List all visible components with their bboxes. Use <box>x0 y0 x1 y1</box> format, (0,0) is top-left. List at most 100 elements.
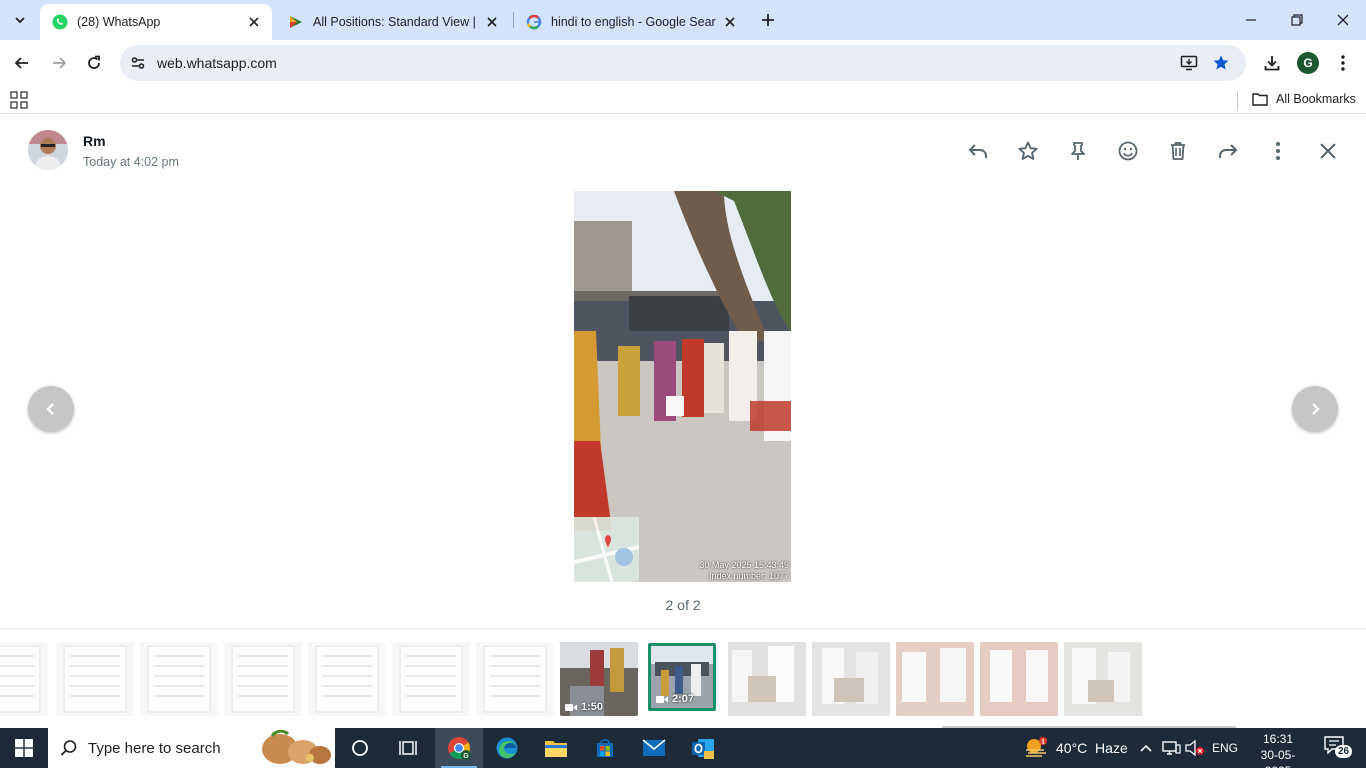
thumbnail-document[interactable] <box>0 642 48 716</box>
task-view-cortana-button[interactable] <box>336 728 384 768</box>
media-preview[interactable]: 30 May 2025 15:43:49 Index number: 1077 <box>574 191 791 582</box>
close-tab-icon[interactable] <box>722 14 738 30</box>
reply-icon <box>968 144 987 158</box>
restore-button[interactable] <box>1274 0 1320 40</box>
all-bookmarks-button[interactable]: All Bookmarks <box>1252 92 1356 106</box>
thumbnail-video-selected[interactable]: 2:07 <box>648 643 716 711</box>
search-highlight-illustration <box>262 730 331 764</box>
start-button[interactable] <box>0 728 48 768</box>
search-icon <box>60 740 77 756</box>
taskbar-store[interactable] <box>581 728 629 768</box>
thumbnail-document[interactable] <box>392 642 470 716</box>
address-bar[interactable]: web.whatsapp.com <box>120 45 1246 81</box>
thumbnail-document[interactable] <box>224 642 302 716</box>
clock-date: 30-05-2025 <box>1260 748 1296 778</box>
reload-icon <box>88 55 100 69</box>
taskbar-mail[interactable] <box>630 728 678 768</box>
browser-menu-button[interactable] <box>1329 49 1357 77</box>
minimize-icon <box>1246 19 1256 21</box>
input-language[interactable]: ENG <box>1212 728 1238 768</box>
weather-text: 40°C Haze <box>1056 740 1128 756</box>
show-hidden-icons-button[interactable] <box>1139 728 1153 768</box>
taskbar-edge[interactable] <box>483 728 531 768</box>
trash-icon <box>1171 142 1185 160</box>
pin-icon <box>1071 142 1085 160</box>
back-button[interactable] <box>8 49 36 77</box>
close-viewer-button[interactable] <box>1314 137 1342 165</box>
chrome-icon: G <box>448 737 471 760</box>
taskbar-search-box[interactable]: Type here to search <box>48 728 335 768</box>
bookmarks-bar: All Bookmarks <box>0 86 1366 114</box>
apps-grid-icon[interactable] <box>10 91 28 109</box>
pin-message-button[interactable] <box>1064 137 1092 165</box>
taskbar-outlook[interactable] <box>679 728 727 768</box>
thumbnail-photo[interactable] <box>812 642 890 716</box>
close-window-button[interactable] <box>1320 0 1366 40</box>
close-tab-icon[interactable] <box>484 14 500 30</box>
forward-button[interactable] <box>45 49 73 77</box>
install-icon <box>1180 55 1198 71</box>
store-icon <box>597 739 613 757</box>
thumbnail-photo[interactable] <box>1064 642 1142 716</box>
network-button[interactable] <box>1161 728 1181 768</box>
downloads-button[interactable] <box>1258 49 1286 77</box>
profile-avatar[interactable]: G <box>1297 52 1319 74</box>
thumbnail-video[interactable]: 1:50 <box>560 642 638 716</box>
restore-icon <box>1291 14 1303 26</box>
emoji-icon <box>1118 141 1138 161</box>
tab-whatsapp[interactable]: (28) WhatsApp <box>40 4 272 40</box>
chevron-up-icon <box>1140 744 1152 752</box>
thumbnail-photo[interactable] <box>896 642 974 716</box>
notification-count: 26 <box>1335 745 1353 758</box>
new-tab-button[interactable] <box>756 8 780 32</box>
chevron-left-icon <box>46 403 54 415</box>
google-icon <box>526 14 542 30</box>
media-timestamp: 30 May 2025 15:43:49 <box>699 560 789 570</box>
media-counter: 2 of 2 <box>665 597 701 613</box>
taskbar: Type here to search G 1 40°C Haze ENG 16… <box>0 728 1366 778</box>
map-pin-icon <box>574 517 639 582</box>
all-bookmarks-label: All Bookmarks <box>1276 92 1356 106</box>
tab-all-positions[interactable]: All Positions: Standard View | Da <box>276 4 510 40</box>
taskbar-chrome[interactable]: G <box>435 728 483 768</box>
outlook-icon <box>692 739 714 759</box>
previous-media-button[interactable] <box>28 386 74 432</box>
thumbnail-document[interactable] <box>476 642 554 716</box>
thumbnail-photo[interactable] <box>980 642 1058 716</box>
react-button[interactable] <box>1114 137 1142 165</box>
sender-name: Rm <box>83 133 106 149</box>
viewer-header: Rm Today at 4:02 pm <box>0 121 1366 181</box>
arrow-left-icon <box>14 57 28 69</box>
folder-icon <box>1252 93 1268 106</box>
site-info-icon[interactable] <box>128 53 148 73</box>
tab-title: All Positions: Standard View | Da <box>313 15 478 29</box>
tab-search-button[interactable] <box>6 6 34 34</box>
thumbnail-document[interactable] <box>140 642 218 716</box>
install-app-button[interactable] <box>1178 52 1200 74</box>
volume-button[interactable] <box>1185 728 1205 768</box>
minimize-button[interactable] <box>1228 0 1274 40</box>
task-view-icon <box>399 741 417 755</box>
edge-icon <box>496 737 518 759</box>
delete-button[interactable] <box>1164 137 1192 165</box>
thumbnail-photo[interactable] <box>728 642 806 716</box>
star-message-button[interactable] <box>1014 137 1042 165</box>
svg-text:G: G <box>463 753 469 760</box>
notification-center-button[interactable]: 26 <box>1322 736 1356 760</box>
svg-text:1: 1 <box>1041 739 1045 746</box>
next-media-button[interactable] <box>1292 386 1338 432</box>
reply-button[interactable] <box>964 137 992 165</box>
taskbar-file-explorer[interactable] <box>532 728 580 768</box>
avatar[interactable] <box>28 130 68 170</box>
thumbnail-document[interactable] <box>308 642 386 716</box>
tab-google-search[interactable]: hindi to english - Google Search <box>514 4 748 40</box>
close-tab-icon[interactable] <box>246 14 262 30</box>
taskbar-clock[interactable]: 16:31 30-05-2025 <box>1250 731 1306 779</box>
bookmark-star-button[interactable] <box>1210 52 1232 74</box>
weather-widget[interactable]: 1 40°C Haze <box>1024 728 1128 768</box>
forward-message-button[interactable] <box>1214 137 1242 165</box>
thumbnail-document[interactable] <box>56 642 134 716</box>
task-view-button[interactable] <box>384 728 432 768</box>
viewer-menu-button[interactable] <box>1264 137 1292 165</box>
reload-button[interactable] <box>80 49 108 77</box>
